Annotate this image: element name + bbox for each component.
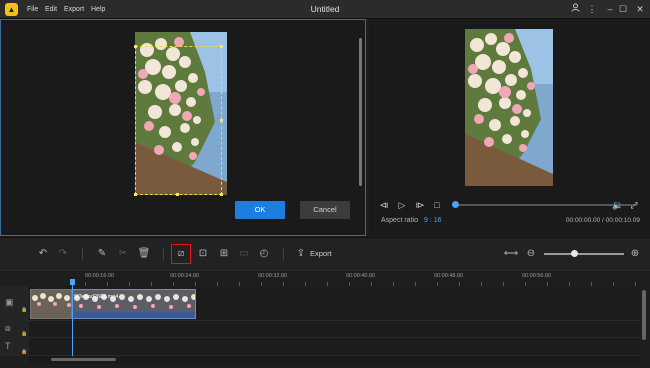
menu-file[interactable]: File: [27, 0, 38, 19]
timeline-scroll-track: [29, 356, 640, 364]
menu-edit[interactable]: Edit: [45, 0, 57, 19]
zoom-out-icon[interactable]: ⊖: [523, 246, 539, 262]
redo-icon[interactable]: ↷: [55, 246, 71, 262]
ruler-label: 00:00:48.00: [434, 273, 464, 279]
split-icon[interactable]: ✂: [115, 246, 131, 262]
export-button[interactable]: Export: [310, 249, 332, 258]
timeline-vertical-scrollbar[interactable]: [642, 290, 646, 340]
video-clip[interactable]: [30, 289, 72, 319]
lock-icon[interactable]: 🔒: [21, 349, 27, 355]
fullscreen-icon[interactable]: ⤢: [628, 199, 640, 211]
crop-handle[interactable]: [220, 119, 223, 122]
text-track-icon: T: [5, 341, 11, 351]
text-track[interactable]: [29, 338, 640, 356]
crop-panel: OK Cancel: [0, 19, 366, 236]
cancel-button[interactable]: Cancel: [300, 201, 350, 219]
next-frame-icon[interactable]: ⧐: [414, 199, 426, 211]
transform-icon[interactable]: ⊞: [216, 246, 232, 262]
ruler-label: 00:00:16.00: [85, 273, 115, 279]
speed-icon[interactable]: ◴: [256, 246, 272, 262]
title-bar: ▲ File Edit Export Help Untitled ⋮ – ☐ ✕: [0, 0, 650, 19]
timeline-horizontal-scrollbar[interactable]: [51, 358, 116, 361]
volume-icon[interactable]: 🔉: [612, 199, 624, 211]
zoom-in-icon[interactable]: ⊕: [627, 246, 643, 262]
close-icon[interactable]: ✕: [631, 0, 649, 19]
clip-name: 9f3e5ad2681.mp4: [74, 294, 119, 300]
seek-bar[interactable]: [456, 204, 637, 206]
ok-button[interactable]: OK: [235, 201, 285, 219]
stop-icon[interactable]: □: [431, 199, 443, 211]
maximize-icon[interactable]: ☐: [614, 0, 632, 19]
ruler-label: 00:00:32.00: [258, 273, 288, 279]
timecode: 00:00:00.00 / 00:00:10.09: [565, 217, 640, 224]
video-track-icon: ▣: [5, 297, 14, 307]
ruler-label: 00:00:40.00: [346, 273, 376, 279]
user-icon[interactable]: [566, 0, 584, 19]
ruler-label: 00:00:24.00: [170, 273, 200, 279]
preview-image: [465, 29, 553, 186]
crop-panel-scrollbar[interactable]: [359, 38, 362, 186]
crop-handle[interactable]: [220, 45, 223, 48]
lock-icon[interactable]: 🔒: [21, 331, 27, 337]
menu-help[interactable]: Help: [91, 0, 105, 19]
mosaic-icon[interactable]: ▭: [236, 246, 252, 262]
crop-source-image: [135, 32, 227, 195]
fit-timeline-icon[interactable]: ⟷: [503, 246, 519, 262]
crop-handle[interactable]: [134, 193, 137, 196]
toolbar-divider: [82, 248, 83, 260]
crop-handle[interactable]: [220, 193, 223, 196]
crop-handle[interactable]: [176, 193, 179, 196]
playhead[interactable]: [72, 285, 73, 362]
toolbar-divider: [283, 248, 284, 260]
aspect-ratio-label: Aspect ratio: [381, 217, 418, 224]
undo-icon[interactable]: ↶: [35, 246, 51, 262]
toolbar-divider: [163, 248, 164, 260]
zoom-slider[interactable]: [544, 253, 624, 255]
more-icon[interactable]: ⋮: [583, 0, 601, 19]
crop-tool-highlight[interactable]: [171, 244, 191, 264]
export-icon[interactable]: ⇪: [293, 246, 309, 262]
aspect-ratio-value[interactable]: 9 : 16: [424, 217, 442, 224]
zoom-slider-knob[interactable]: [571, 250, 578, 257]
app-logo-icon: ▲: [5, 3, 18, 16]
prev-frame-icon[interactable]: ⧏: [378, 199, 390, 211]
play-icon[interactable]: ▷: [396, 199, 408, 211]
seek-knob[interactable]: [452, 201, 459, 208]
menu-export[interactable]: Export: [64, 0, 84, 19]
preview-panel: ⧏ ▷ ⧐ □ 🔉 ⤢ Aspect ratio 9 : 16 00:00:00…: [369, 19, 650, 236]
pip-track[interactable]: [29, 321, 640, 338]
crop-handle[interactable]: [134, 45, 137, 48]
delete-icon[interactable]: 🗑: [136, 246, 152, 262]
lock-icon[interactable]: 🔒: [21, 307, 27, 313]
pip-track-icon: ⧈: [5, 323, 11, 333]
edit-icon[interactable]: ✎: [94, 246, 110, 262]
ruler-label: 00:00:56.00: [522, 273, 552, 279]
freeze-icon[interactable]: ⊡: [195, 246, 211, 262]
